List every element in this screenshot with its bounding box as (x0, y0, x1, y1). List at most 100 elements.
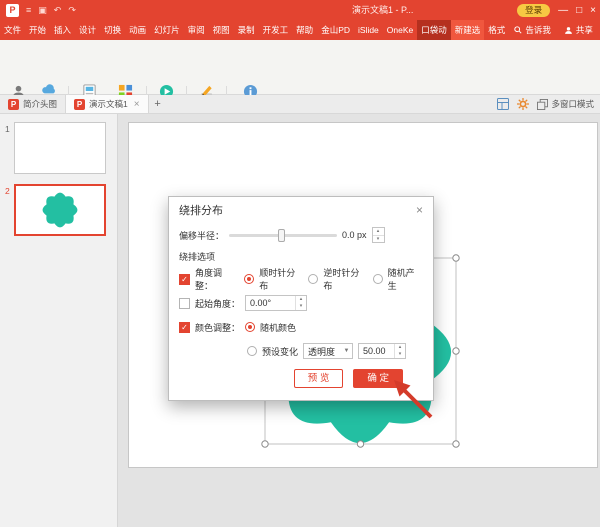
dialog-title: 绕排分布 (179, 202, 223, 218)
tab-design[interactable]: 设计 (75, 20, 100, 40)
slide-2-thumbnail[interactable] (14, 184, 106, 236)
tab-developer[interactable]: 开发工 (259, 20, 293, 40)
doc-tab-presentation1-label: 演示文稿1 (89, 98, 128, 110)
gear-icon[interactable] (517, 98, 529, 110)
color-adjust-checkbox[interactable]: ✓ (179, 322, 190, 333)
slide-1-thumbnail[interactable] (14, 122, 106, 174)
save-icon[interactable]: ▣ (38, 5, 47, 16)
share-button[interactable]: 共享 (556, 20, 600, 40)
preset-value-stepper[interactable]: 50.00 ▴ ▾ (358, 343, 406, 359)
spin-down-icon[interactable]: ▾ (395, 351, 405, 358)
annotation-arrow (385, 372, 440, 427)
preview-button[interactable]: 预 览 (294, 369, 344, 388)
random-generate-radio[interactable] (373, 274, 383, 284)
stepper-arrows[interactable]: ▴ ▾ (394, 344, 405, 358)
color-adjust-row: ✓ 颜色调整： 随机颜色 (179, 315, 423, 339)
offset-radius-stepper[interactable]: ▴ ▾ (372, 227, 385, 243)
app-logo-icon: P (6, 4, 19, 17)
tab-format[interactable]: 格式 (484, 20, 509, 40)
spin-up-icon[interactable]: ▴ (395, 344, 405, 351)
angle-adjust-checkbox[interactable]: ✓ (179, 274, 190, 285)
share-person-icon (564, 26, 573, 35)
tab-islide[interactable]: iSlide (354, 20, 383, 40)
tab-file[interactable]: 文件 (0, 20, 25, 40)
share-label: 共享 (576, 24, 593, 36)
tab-jinshan-pdf[interactable]: 金山PD (317, 20, 354, 40)
tab-review[interactable]: 审阅 (184, 20, 209, 40)
dialog-header: 绕排分布 × (169, 197, 433, 223)
start-angle-stepper[interactable]: 0.00° ▴ ▾ (245, 295, 307, 311)
start-angle-checkbox[interactable] (179, 298, 190, 309)
spin-up-icon[interactable]: ▴ (296, 296, 306, 303)
search-icon (514, 26, 522, 34)
offset-radius-slider[interactable] (229, 234, 337, 237)
tab-pocket-animation[interactable]: 口袋动 (417, 20, 451, 40)
menu-icon[interactable]: ≡ (26, 5, 31, 15)
dialog-close-icon[interactable]: × (416, 203, 423, 217)
tab-insert[interactable]: 插入 (50, 20, 75, 40)
preset-variation-radio[interactable] (247, 346, 257, 356)
random-generate-label: 随机产生 (388, 266, 423, 292)
tell-me-search[interactable]: 告诉我 (509, 20, 556, 40)
new-doc-tab-button[interactable]: + (149, 95, 167, 113)
offset-radius-label: 偏移半径： (179, 229, 224, 242)
title-bar: P ≡ ▣ ↶ ↷ 演示文稿1 - P... 登录 — □ × (0, 0, 600, 20)
multi-window-mode-button[interactable]: 多窗口模式 (537, 98, 594, 110)
cloud-icon (41, 84, 58, 95)
color-adjust-label: 颜色调整： (195, 321, 240, 334)
quick-access-toolbar: P ≡ ▣ ↶ ↷ (0, 4, 76, 17)
start-angle-row: 起始角度： 0.00° ▴ ▾ (179, 291, 423, 315)
counterclockwise-radio[interactable] (308, 274, 318, 284)
close-button[interactable]: × (590, 5, 596, 16)
start-angle-value: 0.00° (246, 296, 295, 310)
preset-type-dropdown[interactable]: 透明度 ▼ (303, 343, 353, 359)
redo-icon[interactable]: ↷ (68, 5, 76, 16)
slide-2-number: 2 (5, 186, 10, 196)
preset-variation-label: 预设变化 (262, 345, 298, 358)
tab-new-custom[interactable]: 新建选 (451, 20, 485, 40)
minimize-button[interactable]: — (558, 5, 568, 16)
tab-transition[interactable]: 切换 (100, 20, 125, 40)
tell-me-label: 告诉我 (525, 20, 551, 40)
window-title: 演示文稿1 - P... (352, 0, 413, 20)
tab-animation[interactable]: 动画 (125, 20, 150, 40)
doc-tab-intro-label: 简介头图 (23, 98, 57, 110)
doc-tab-close-icon[interactable]: × (134, 99, 140, 110)
spin-down-icon[interactable]: ▾ (296, 303, 306, 310)
spin-up-icon[interactable]: ▴ (373, 228, 384, 236)
tab-home[interactable]: 开始 (25, 20, 50, 40)
app-window: P ≡ ▣ ↶ ↷ 演示文稿1 - P... 登录 — □ × 文件 开始 插入… (0, 0, 600, 527)
angle-adjust-row: ✓ 角度调整： 顺时针分布 逆时针分布 随机产生 (179, 267, 423, 291)
clockwise-label: 顺时针分布 (259, 266, 303, 292)
doc-tab-tools: 多窗口模式 (497, 95, 600, 113)
doc-tab-presentation1[interactable]: P 演示文稿1 × (65, 95, 149, 113)
login-badge[interactable]: 登录 (517, 4, 550, 17)
tab-onekey[interactable]: OneKe (383, 20, 417, 40)
spin-down-icon[interactable]: ▾ (373, 236, 384, 243)
multi-window-label: 多窗口模式 (551, 98, 594, 110)
multi-window-icon (537, 99, 548, 110)
undo-icon[interactable]: ↶ (54, 5, 62, 16)
slide-thumbnail-panel: 1 2 (0, 114, 118, 527)
ribbon-tab-bar: 文件 开始 插入 设计 切换 动画 幻灯片 审阅 视图 录制 开发工 帮助 金山… (0, 20, 600, 40)
layout-switch-icon[interactable] (497, 98, 509, 110)
clockwise-radio[interactable] (244, 274, 254, 284)
tab-view[interactable]: 视图 (209, 20, 234, 40)
doc-tab-intro[interactable]: P 简介头图 (0, 95, 65, 113)
maximize-button[interactable]: □ (576, 5, 582, 16)
wrap-options-section-label: 绕排选项 (179, 247, 423, 267)
random-color-radio[interactable] (245, 322, 255, 332)
tab-help[interactable]: 帮助 (292, 20, 317, 40)
preset-type-value: 透明度 (304, 345, 341, 358)
offset-radius-row: 偏移半径： 0.0 px ▴ ▾ (179, 223, 423, 247)
tab-record[interactable]: 录制 (234, 20, 259, 40)
slider-handle[interactable] (278, 229, 285, 242)
ppt-file-icon: P (74, 99, 85, 110)
ribbon-content: 登录 我的 云素材 账户 智能图文 智能设计 ▼ AI 设计 动画 ▼ 设计 (0, 40, 600, 95)
stepper-arrows[interactable]: ▴ ▾ (295, 296, 306, 310)
start-angle-label: 起始角度： (195, 297, 240, 310)
tab-slideshow[interactable]: 幻灯片 (150, 20, 184, 40)
preset-value: 50.00 (359, 344, 394, 358)
angle-adjust-label: 角度调整： (195, 266, 239, 292)
wrap-distribute-dialog: 绕排分布 × 偏移半径： 0.0 px ▴ ▾ 绕排选项 ✓ 角度调整： (168, 196, 434, 401)
